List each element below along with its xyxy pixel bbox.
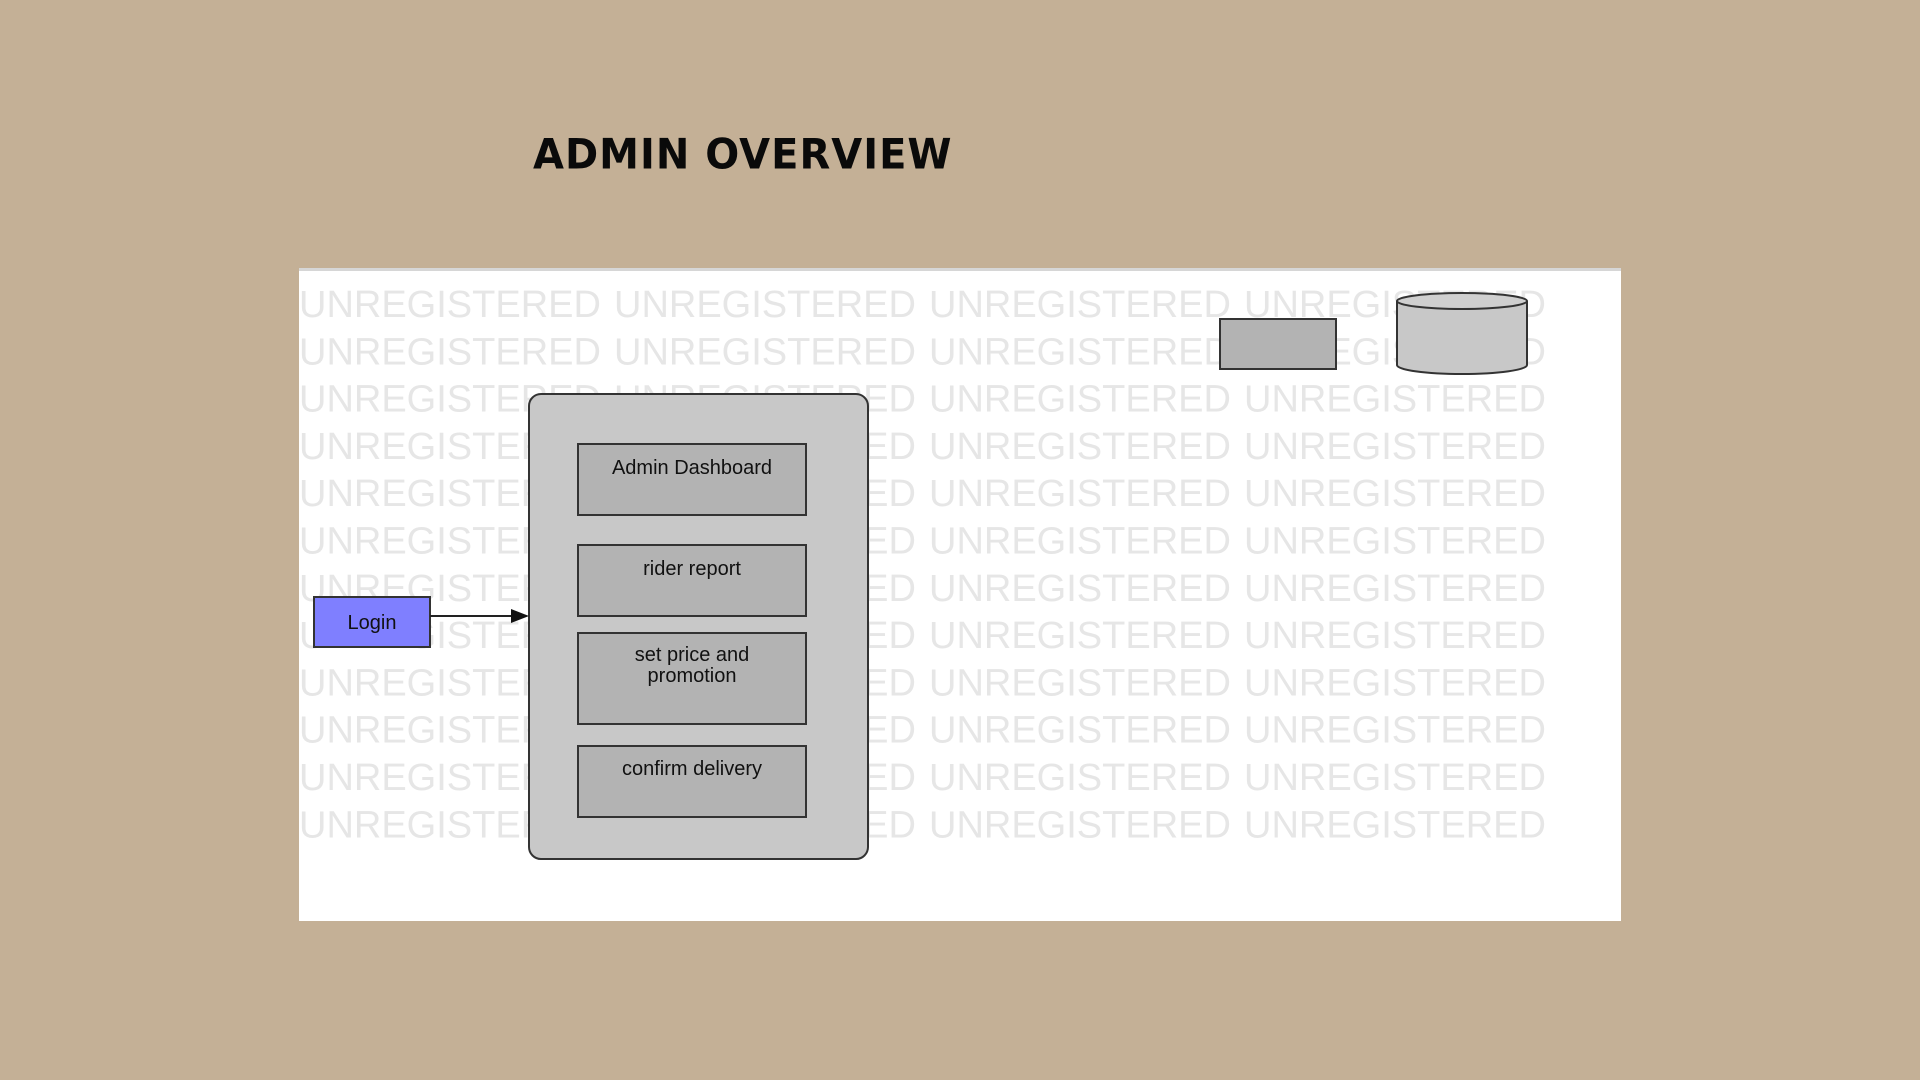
watermark-text: UNREGISTERED: [299, 331, 601, 373]
watermark-text: UNREGISTERED: [929, 426, 1231, 468]
module-rider-report[interactable]: rider report: [577, 544, 807, 617]
watermark-text: UNREGISTERED: [929, 331, 1231, 373]
watermark-text: UNREGISTERED: [929, 473, 1231, 515]
login-label: Login: [348, 612, 397, 634]
watermark-text: UNREGISTERED: [1244, 804, 1546, 846]
module-confirm-delivery[interactable]: confirm delivery: [577, 745, 807, 818]
watermark-layer: UNREGISTERED UNREGISTERED UNREGISTERED UNRE…: [299, 284, 1546, 846]
module-label: Admin Dashboard: [612, 457, 772, 479]
module-set-price-promotion[interactable]: set price and promotion: [577, 632, 807, 725]
watermark-text: UNREGISTERED: [1244, 379, 1546, 421]
watermark-text: UNREGISTERED: [1244, 473, 1546, 515]
watermark-text: UNREGISTERED: [614, 331, 916, 373]
watermark-text: UNREGISTERED: [929, 757, 1231, 799]
watermark-text: UNREGISTERED: [1244, 568, 1546, 610]
watermark-text: UNREGISTERED: [929, 615, 1231, 657]
watermark-text: UNREGISTERED: [1244, 521, 1546, 563]
module-label-line2: promotion: [648, 665, 737, 687]
watermark-text: UNREGISTERED: [929, 710, 1231, 752]
legend-rectangle-shape[interactable]: [1219, 318, 1337, 370]
watermark-text: UNREGISTERED: [1244, 757, 1546, 799]
watermark-text: UNREGISTERED: [929, 804, 1231, 846]
module-label: set price and: [635, 644, 750, 666]
watermark-text: UNREGISTERED: [1244, 426, 1546, 468]
watermark-text: UNREGISTERED: [929, 521, 1231, 563]
module-label: confirm delivery: [622, 758, 762, 780]
legend-database-icon[interactable]: [1396, 292, 1528, 375]
watermark-text: UNREGISTERED: [929, 568, 1231, 610]
slide-title: ADMIN OVERVIEW: [533, 130, 953, 180]
watermark-text: UNREGISTERED: [299, 284, 601, 326]
watermark-text: UNREGISTERED: [929, 662, 1231, 704]
module-label: rider report: [643, 558, 741, 580]
watermark-text: UNREGISTERED: [614, 284, 916, 326]
watermark-text: UNREGISTERED: [929, 284, 1231, 326]
watermark-text: UNREGISTERED: [1244, 662, 1546, 704]
login-node[interactable]: Login: [313, 596, 431, 648]
watermark-text: UNREGISTERED: [1244, 710, 1546, 752]
watermark-text: UNREGISTERED: [929, 379, 1231, 421]
module-admin-dashboard[interactable]: Admin Dashboard: [577, 443, 807, 516]
diagram-panel: UNREGISTERED UNREGISTERED UNREGISTERED UNRE…: [299, 268, 1621, 921]
watermark-text: UNREGISTERED: [1244, 615, 1546, 657]
diagram-canvas: UNREGISTERED UNREGISTERED UNREGISTERED UNRE…: [299, 284, 1546, 860]
